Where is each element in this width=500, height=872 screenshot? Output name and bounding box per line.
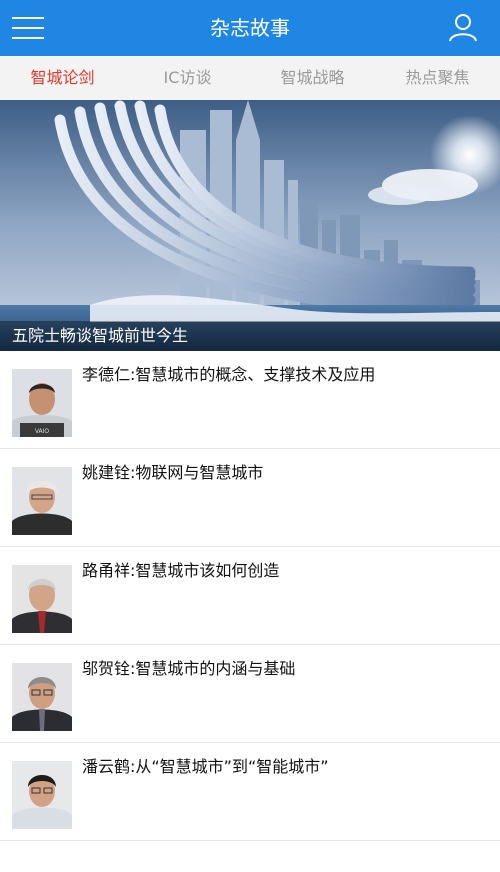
avatar bbox=[12, 663, 72, 731]
category-tabs: 智城论剑 IC访谈 智城战略 热点聚焦 bbox=[0, 56, 500, 101]
banner-caption-bar: 五院士畅谈智城前世今生 bbox=[0, 321, 500, 351]
tab-hot-focus[interactable]: 热点聚焦 bbox=[375, 56, 500, 100]
svg-text:VAIO: VAIO bbox=[35, 428, 50, 435]
avatar bbox=[12, 467, 72, 535]
avatar bbox=[12, 565, 72, 633]
article-list: VAIO 李德仁:智慧城市的概念、支撑技术及应用 姚建铨:物联网与智慧城市 路甬… bbox=[0, 351, 500, 841]
banner-image bbox=[0, 100, 500, 351]
article-title: 李德仁:智慧城市的概念、支撑技术及应用 bbox=[82, 365, 376, 384]
user-profile-icon[interactable] bbox=[448, 12, 478, 42]
list-item[interactable]: 潘云鹤:从“智慧城市”到“智能城市” bbox=[0, 743, 500, 841]
tab-zhicheng-strategy[interactable]: 智城战略 bbox=[250, 56, 375, 100]
tab-ic-interview[interactable]: IC访谈 bbox=[125, 56, 250, 100]
avatar bbox=[12, 761, 72, 829]
article-title: 姚建铨:物联网与智慧城市 bbox=[82, 463, 264, 482]
list-item[interactable]: 姚建铨:物联网与智慧城市 bbox=[0, 449, 500, 547]
page-title: 杂志故事 bbox=[210, 16, 290, 40]
banner-caption: 五院士畅谈智城前世今生 bbox=[12, 326, 189, 345]
avatar: VAIO bbox=[12, 369, 72, 437]
list-item[interactable]: 路甬祥:智慧城市该如何创造 bbox=[0, 547, 500, 645]
tab-zhicheng-lunjian[interactable]: 智城论剑 bbox=[0, 56, 125, 100]
article-title: 邬贺铨:智慧城市的内涵与基础 bbox=[82, 659, 296, 678]
article-title: 路甬祥:智慧城市该如何创造 bbox=[82, 561, 280, 580]
featured-banner[interactable]: 五院士畅谈智城前世今生 bbox=[0, 100, 500, 351]
app-header: 杂志故事 bbox=[0, 0, 500, 56]
list-item[interactable]: 邬贺铨:智慧城市的内涵与基础 bbox=[0, 645, 500, 743]
list-item[interactable]: VAIO 李德仁:智慧城市的概念、支撑技术及应用 bbox=[0, 351, 500, 449]
article-title: 潘云鹤:从“智慧城市”到“智能城市” bbox=[82, 757, 329, 776]
